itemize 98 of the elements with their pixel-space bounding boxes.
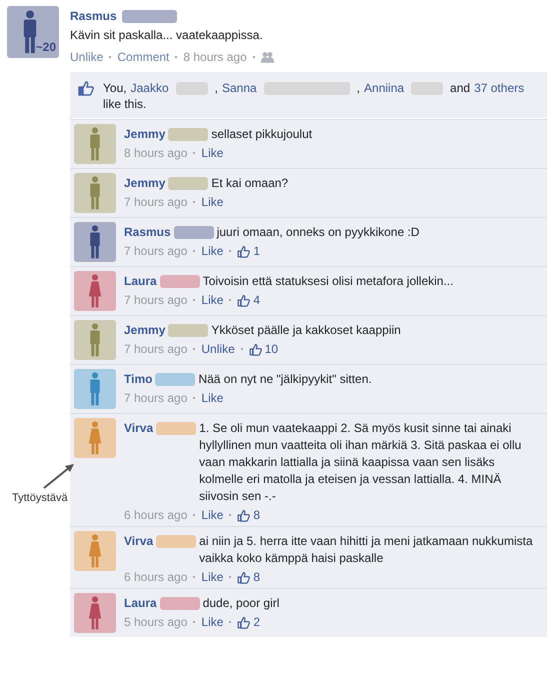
person-icon	[88, 225, 102, 259]
avatar[interactable]	[74, 222, 116, 262]
avatar[interactable]	[74, 531, 116, 571]
redacted-bar	[160, 275, 200, 288]
action-link[interactable]: Unlike	[70, 50, 104, 64]
redacted-bar	[168, 177, 208, 190]
thumbs-up-icon	[237, 244, 250, 258]
liker-link[interactable]: Sanna	[222, 80, 257, 96]
like-link[interactable]: Like	[201, 195, 224, 209]
liker-link[interactable]: 37 others	[474, 80, 524, 96]
author-name[interactable]: Rasmus	[124, 224, 171, 241]
person-icon	[88, 534, 102, 568]
comment-text: Toivoisin että statuksesi olisi metafora jollekin...	[202, 273, 454, 290]
like-link[interactable]: Unlike	[201, 342, 235, 356]
author-name[interactable]: Laura	[124, 273, 157, 290]
comment-text: Et kai omaan?	[211, 175, 290, 192]
redacted-bar	[174, 226, 214, 239]
liker-link[interactable]: Anniina	[364, 80, 404, 96]
thumbs-up-icon	[248, 342, 262, 356]
like-link[interactable]: Like	[201, 508, 224, 522]
person-icon	[88, 323, 102, 357]
person-icon	[88, 596, 102, 630]
comment-text: 1. Se oli mun vaatekaappi 2. Sä myös kusit sinne tai ainaki hyllyllinen mun vaatteita oli ihan märkiä 3. Sitä paskaa ei ollu vaan makkarin lattialla ja siinä kaapissa vaan sen lisäks kolmelle eri matolla ja eteisen ja vessan lattialla. 4. MINÄ siivosin sen -.-	[199, 420, 522, 505]
comment-text: ai niin ja 5. herra itte vaan hihitti ja meni jatkamaan nukkumista vaikka koko kämppä haisi paskalle	[199, 533, 534, 567]
likes-text: You,	[103, 80, 127, 96]
author-name[interactable]: Laura	[124, 595, 157, 612]
action-link[interactable]: Comment	[117, 50, 170, 64]
author-name[interactable]: Virva	[124, 533, 154, 550]
like-link[interactable]: Like	[201, 244, 224, 258]
timestamp: 7 hours ago	[124, 342, 188, 356]
thumbs-up-icon	[237, 616, 250, 628]
redacted-bar	[160, 597, 200, 610]
like-link[interactable]: Like	[201, 570, 224, 584]
post-text: Kävin sit paskalla... vaatekaappissa.	[70, 28, 264, 42]
timestamp: 6 hours ago	[124, 508, 188, 522]
likes-text: and	[450, 80, 470, 96]
people-icon[interactable]	[260, 51, 274, 63]
author-name[interactable]: Jemmy	[124, 126, 166, 143]
avatar[interactable]	[74, 173, 116, 213]
avatar[interactable]	[74, 320, 116, 360]
like-count: 4	[253, 293, 260, 307]
redacted-bar	[156, 422, 196, 435]
author-name[interactable]: Virva	[124, 420, 154, 437]
author-name[interactable]: Jemmy	[124, 175, 166, 192]
person-icon	[88, 176, 102, 210]
timestamp: 6 hours ago	[124, 570, 188, 584]
likes-text: ,	[356, 80, 360, 96]
thumbs-up-icon	[78, 80, 94, 96]
timestamp: 7 hours ago	[124, 244, 188, 258]
avatar[interactable]	[74, 271, 116, 311]
likes-text: ,	[214, 80, 218, 96]
like-count: 8	[253, 508, 260, 522]
thumbs-up-icon	[237, 570, 250, 584]
person-icon	[88, 127, 102, 161]
avatar[interactable]	[74, 369, 116, 409]
like-count: 1	[253, 244, 260, 258]
liker-link[interactable]: Jaakko	[130, 80, 169, 96]
redacted-bar	[155, 373, 196, 386]
timestamp: 5 hours ago	[124, 615, 188, 629]
timestamp: 7 hours ago	[124, 293, 188, 307]
timestamp: 7 hours ago	[124, 195, 188, 209]
like-count: 8	[253, 570, 260, 584]
arrow	[42, 462, 76, 490]
redacted-bar	[168, 324, 208, 337]
author-name[interactable]: Jemmy	[124, 322, 166, 339]
avatar[interactable]	[74, 124, 116, 164]
person-icon	[88, 421, 102, 455]
annotation-label: Tyttöystävä	[12, 492, 68, 504]
like-link[interactable]: Like	[201, 391, 224, 405]
timestamp: 7 hours ago	[124, 391, 188, 405]
redacted-bar	[411, 82, 444, 94]
person-icon	[88, 372, 102, 406]
friend-count: ~20	[36, 40, 56, 54]
redacted-bar	[156, 535, 196, 548]
like-count: 2	[253, 615, 260, 629]
redacted-bar	[168, 128, 208, 141]
thumbs-up-icon	[237, 508, 250, 522]
person-icon	[88, 274, 102, 308]
comment-text: sellaset pikkujoulut	[211, 126, 314, 143]
avatar[interactable]: ~20	[7, 6, 59, 58]
author-name[interactable]: Timo	[124, 371, 152, 388]
comment-text: Ykköset päälle ja kakkoset kaappiin	[211, 322, 402, 339]
like-count: 10	[264, 342, 278, 356]
timestamp: 8 hours ago	[124, 146, 188, 160]
thumbs-up-icon	[237, 294, 250, 306]
like-link[interactable]: Like	[201, 293, 224, 307]
like-link[interactable]: Like	[201, 615, 224, 629]
avatar[interactable]	[74, 593, 116, 633]
redacted-bar	[176, 82, 208, 94]
timestamp: 8 hours ago	[183, 50, 247, 64]
author-name[interactable]: Rasmus	[70, 9, 117, 23]
avatar[interactable]	[74, 418, 116, 458]
comment-text: juuri omaan, onneks on pyykkikone :D	[216, 224, 420, 241]
comment-text: Nää on nyt ne "jälkipyykit" sitten.	[198, 371, 373, 388]
redacted-bar	[122, 10, 177, 22]
likes-text: like this.	[103, 96, 146, 112]
comment-text: dude, poor girl	[202, 595, 280, 612]
like-link[interactable]: Like	[201, 146, 224, 160]
